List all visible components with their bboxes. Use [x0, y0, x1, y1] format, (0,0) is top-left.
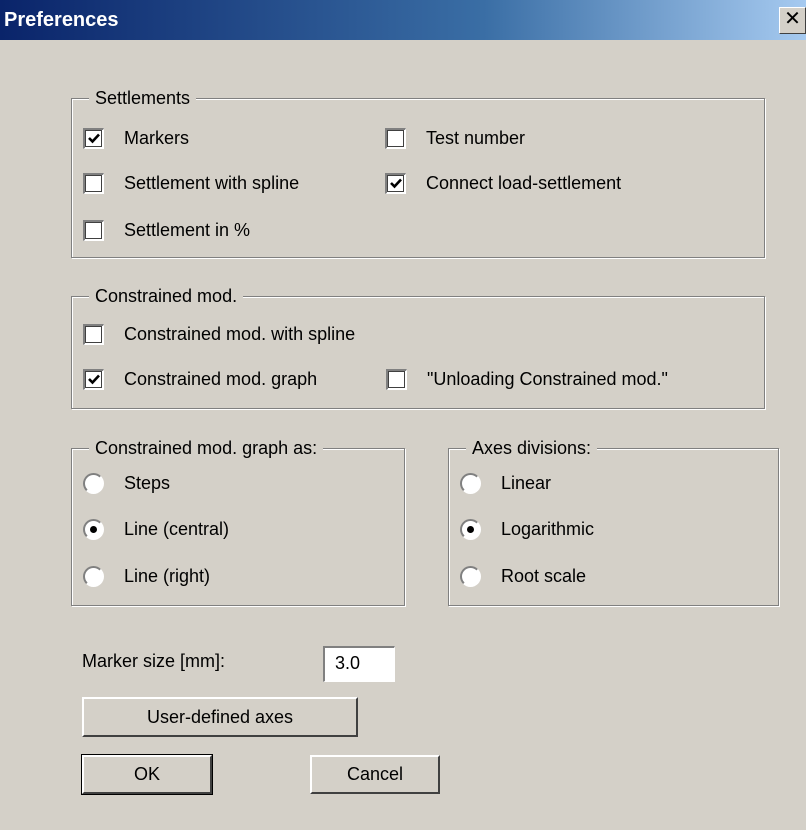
graph-as-legend: Constrained mod. graph as:	[89, 436, 324, 460]
axes-linear-label: Linear	[501, 473, 552, 493]
connect-load-settlement-checkbox-box[interactable]	[385, 173, 406, 194]
title-bar: Preferences ✕	[0, 0, 806, 40]
axes-root-scale-label: Root scale	[501, 566, 587, 586]
window-title: Preferences	[4, 9, 119, 31]
connect-load-settlement-checkbox[interactable]: Connect load-settlement	[385, 173, 621, 194]
checkmark-icon	[88, 374, 100, 385]
settlement-in-percent-label: Settlement in %	[124, 220, 251, 240]
constrained-graph-checkbox[interactable]: Constrained mod. graph	[83, 369, 317, 390]
graph-as-radio-line-right-dot[interactable]	[83, 566, 104, 587]
test-number-checkbox-box[interactable]	[385, 128, 406, 149]
user-defined-axes-button[interactable]: User-defined axes	[82, 697, 358, 737]
graph-as-radio-steps[interactable]: Steps	[83, 473, 170, 494]
connect-load-settlement-label: Connect load-settlement	[426, 173, 622, 193]
settlement-with-spline-label: Settlement with spline	[124, 173, 300, 193]
constrained-graph-label: Constrained mod. graph	[124, 369, 318, 389]
constrained-with-spline-checkbox[interactable]: Constrained mod. with spline	[83, 324, 355, 345]
close-button[interactable]: ✕	[779, 7, 806, 34]
axes-radio-root-scale-dot[interactable]	[460, 566, 481, 587]
graph-as-radio-steps-dot[interactable]	[83, 473, 104, 494]
checkmark-icon	[88, 133, 100, 144]
settlement-with-spline-checkbox[interactable]: Settlement with spline	[83, 173, 299, 194]
settlement-in-percent-checkbox[interactable]: Settlement in %	[83, 220, 250, 241]
test-number-checkbox[interactable]: Test number	[385, 128, 525, 149]
close-icon: ✕	[784, 8, 801, 30]
settlements-legend: Settlements	[89, 86, 197, 110]
markers-label: Markers	[124, 128, 190, 148]
graph-as-line-right-label: Line (right)	[124, 566, 211, 586]
markers-checkbox-box[interactable]	[83, 128, 104, 149]
checkmark-icon	[390, 178, 402, 189]
axes-radio-logarithmic[interactable]: Logarithmic	[460, 519, 594, 540]
graph-as-line-central-label: Line (central)	[124, 519, 230, 539]
graph-as-radio-line-central-dot[interactable]	[83, 519, 104, 540]
axes-radio-linear-dot[interactable]	[460, 473, 481, 494]
constrained-with-spline-label: Constrained mod. with spline	[124, 324, 356, 344]
constrained-mod-legend: Constrained mod.	[89, 284, 244, 308]
axes-radio-root-scale[interactable]: Root scale	[460, 566, 586, 587]
axes-logarithmic-label: Logarithmic	[501, 519, 595, 539]
unloading-constrained-label: "Unloading Constrained mod."	[427, 369, 668, 389]
axes-divisions-legend: Axes divisions:	[466, 436, 598, 460]
axes-radio-logarithmic-dot[interactable]	[460, 519, 481, 540]
marker-size-label: Marker size [mm]:	[82, 651, 226, 671]
ok-button[interactable]: OK	[81, 754, 213, 795]
constrained-with-spline-checkbox-box[interactable]	[83, 324, 104, 345]
test-number-label: Test number	[426, 128, 526, 148]
cancel-button[interactable]: Cancel	[310, 755, 440, 794]
graph-as-radio-line-central[interactable]: Line (central)	[83, 519, 229, 540]
markers-checkbox[interactable]: Markers	[83, 128, 189, 149]
graph-as-radio-line-right[interactable]: Line (right)	[83, 566, 210, 587]
settlement-with-spline-checkbox-box[interactable]	[83, 173, 104, 194]
settlement-in-percent-checkbox-box[interactable]	[83, 220, 104, 241]
constrained-mod-group: Constrained mod.	[71, 284, 765, 409]
unloading-constrained-checkbox[interactable]: "Unloading Constrained mod."	[386, 369, 668, 390]
unloading-constrained-checkbox-box[interactable]	[386, 369, 407, 390]
constrained-graph-checkbox-box[interactable]	[83, 369, 104, 390]
axes-radio-linear[interactable]: Linear	[460, 473, 551, 494]
marker-size-input[interactable]: 3.0	[323, 646, 395, 682]
graph-as-steps-label: Steps	[124, 473, 171, 493]
